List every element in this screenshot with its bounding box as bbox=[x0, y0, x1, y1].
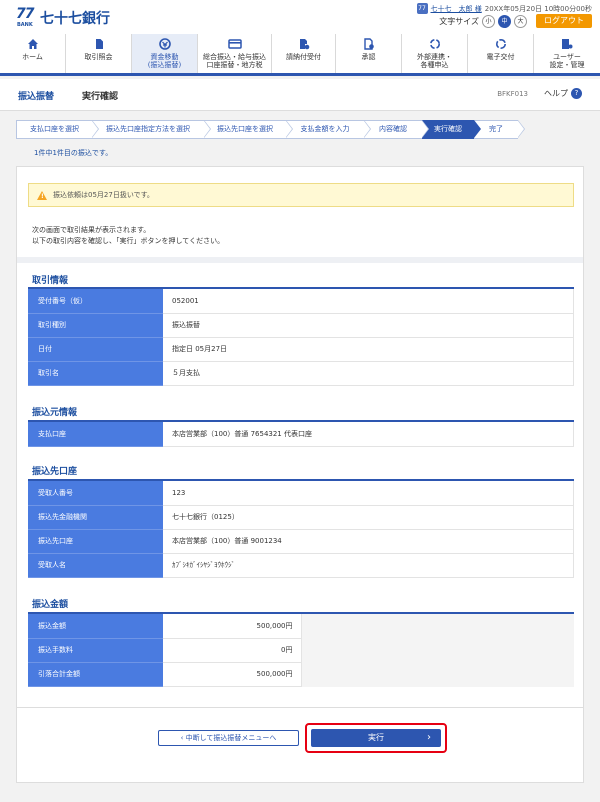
nav-item-external-link[interactable]: 外部連携・ 各種申込 bbox=[402, 34, 468, 73]
document-icon bbox=[93, 38, 105, 50]
font-size-medium-button[interactable]: 中 bbox=[498, 14, 511, 28]
home-icon bbox=[27, 38, 39, 50]
page-title-bar: 振込振替 実行確認 BFKF013 ヘルプ ? bbox=[0, 79, 600, 111]
help-link[interactable]: ヘルプ ? bbox=[544, 88, 582, 99]
destination-table: 受取人番号 123 振込先金融機関 七十七銀行（0125） 振込先口座 本店営業部（1… bbox=[28, 481, 574, 578]
top-header: 77 BANK 七十七銀行 77 七十七 太郎 様 20XX年05月20日 10… bbox=[0, 0, 600, 34]
step-select-source: 支払口座を選択 bbox=[16, 120, 99, 139]
execute-highlight: 実行 › bbox=[305, 723, 447, 753]
nav-item-transfer[interactable]: 資金移動 (振込振替) bbox=[132, 34, 198, 73]
back-to-menu-button[interactable]: ‹ 中断して振込振替メニューへ bbox=[158, 730, 299, 746]
step-select-destination: 振込先口座を選択 bbox=[204, 120, 293, 139]
bank-logo[interactable]: 77 BANK 七十七銀行 bbox=[16, 6, 110, 30]
button-divider bbox=[17, 707, 583, 708]
help-icon: ? bbox=[571, 88, 582, 99]
nav-item-e-delivery[interactable]: 電子交付 bbox=[468, 34, 534, 73]
section-title-destination: 振込先口座 bbox=[32, 467, 78, 477]
step-confirm: 内容確認 bbox=[364, 120, 429, 139]
instruction-text: 次の画面で取引結果が表示されます。 以下の取引内容を確認し、「実行」ボタンを押し… bbox=[32, 226, 225, 245]
section-divider bbox=[17, 257, 583, 263]
table-row: 振込金額 500,000円 bbox=[28, 614, 574, 639]
user-badge-icon: 77 bbox=[416, 3, 428, 14]
table-row: 取引名 ５月支払 bbox=[28, 361, 574, 386]
bank-name: 七十七銀行 bbox=[40, 11, 110, 27]
approval-icon bbox=[363, 38, 375, 50]
user-info: 77 七十七 太郎 様 20XX年05月20日 10時00分00秒 bbox=[416, 3, 592, 14]
step-select-method: 振込先口座指定方法を選択 bbox=[92, 120, 211, 139]
card-icon bbox=[227, 38, 242, 50]
progress-steps: 支払口座を選択 振込先口座指定方法を選択 振込先口座を選択 支払金額を入力 内容… bbox=[16, 120, 584, 139]
table-row: 支払口座 本店営業部（100）普通 7654321 代表口座 bbox=[28, 422, 574, 447]
font-size-label: 文字サイズ bbox=[439, 16, 479, 26]
section-title-source: 振込元情報 bbox=[32, 408, 78, 418]
transaction-table: 受付番号（仮） 052001 取引種別 振込振替 日付 指定日 05月27日 取引名 ５… bbox=[28, 289, 574, 386]
transfer-count: 1件中1件目の振込です。 bbox=[34, 149, 113, 157]
table-row: 日付 指定日 05月27日 bbox=[28, 337, 574, 362]
chevron-left-icon: ‹ bbox=[180, 734, 184, 742]
table-row: 受取人名 ｶﾌﾞｼｷｶﾞｲｼﾔｼﾞﾖｳﾎｳｼﾞ bbox=[28, 553, 574, 578]
nav-item-user-settings[interactable]: ユーザー 設定・管理 bbox=[534, 34, 600, 73]
table-row: 振込手数料 0円 bbox=[28, 638, 574, 663]
font-size-small-button[interactable]: 小 bbox=[482, 14, 495, 28]
warning-icon: ! bbox=[37, 190, 47, 200]
table-row: 受取人番号 123 bbox=[28, 481, 574, 506]
chevron-right-icon: › bbox=[427, 732, 431, 743]
logout-button[interactable]: ログアウト bbox=[536, 14, 592, 28]
payment-icon bbox=[298, 38, 310, 50]
font-size-large-button[interactable]: 大 bbox=[514, 14, 527, 28]
nav-item-home[interactable]: ホーム bbox=[0, 34, 66, 73]
execute-button[interactable]: 実行 › bbox=[311, 729, 441, 747]
transfer-icon bbox=[158, 38, 171, 50]
nav-item-inquiry[interactable]: 取引照会 bbox=[66, 34, 132, 73]
screen-code: BFKF013 bbox=[497, 90, 528, 98]
table-row: 振込先口座 本店営業部（100）普通 9001234 bbox=[28, 529, 574, 554]
nav-item-approval[interactable]: 承認 bbox=[336, 34, 402, 73]
notice-text: 振込依頼は05月27日扱いです。 bbox=[53, 191, 154, 199]
logo-mark: 77 BANK bbox=[16, 6, 35, 28]
source-table: 支払口座 本店営業部（100）普通 7654321 代表口座 bbox=[28, 422, 574, 447]
delivery-icon bbox=[495, 38, 507, 50]
login-time: 20XX年05月20日 10時00分00秒 bbox=[484, 4, 592, 13]
user-settings-icon bbox=[561, 38, 573, 50]
amount-table: 振込金額 500,000円 振込手数料 0円 引落合計金額 500,000円 bbox=[28, 614, 574, 687]
step-enter-amount: 支払金額を入力 bbox=[286, 120, 371, 139]
section-title-transaction: 取引情報 bbox=[32, 276, 69, 286]
global-nav: ホーム 取引照会 資金移動 (振込振替) 総合振込・給与振込 口座振替・地方税 … bbox=[0, 34, 600, 76]
page-subtitle: 実行確認 bbox=[82, 92, 119, 102]
main-panel: ! 振込依頼は05月27日扱いです。 次の画面で取引結果が表示されます。 以下の… bbox=[16, 166, 584, 783]
table-row: 振込先金融機関 七十七銀行（0125） bbox=[28, 505, 574, 530]
table-row: 受付番号（仮） 052001 bbox=[28, 289, 574, 314]
font-size-control: 文字サイズ 小 中 大 ログアウト bbox=[439, 14, 592, 28]
user-name-link[interactable]: 七十七 太郎 様 bbox=[431, 4, 482, 14]
section-title-amount: 振込金額 bbox=[32, 600, 69, 610]
notice-box: ! 振込依頼は05月27日扱いです。 bbox=[28, 183, 574, 207]
page-title: 振込振替 bbox=[18, 92, 55, 102]
nav-item-bulk-transfer[interactable]: 総合振込・給与振込 口座振替・地方税 bbox=[198, 34, 272, 73]
nav-item-tax-payment[interactable]: 請納付受付 bbox=[272, 34, 336, 73]
table-row: 取引種別 振込振替 bbox=[28, 313, 574, 338]
table-row: 引落合計金額 500,000円 bbox=[28, 662, 574, 687]
link-icon bbox=[429, 38, 441, 50]
step-execute-confirm: 実行確認 bbox=[422, 120, 481, 139]
